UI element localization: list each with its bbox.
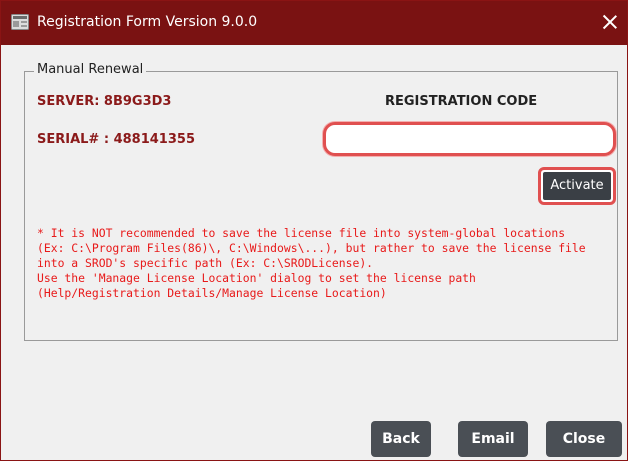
registration-code-label: REGISTRATION CODE bbox=[385, 94, 538, 109]
registration-window: Registration Form Version 9.0.0 Manual R… bbox=[0, 0, 628, 461]
server-label: SERVER: 8B9G3D3 bbox=[37, 94, 172, 109]
close-button[interactable]: Close bbox=[546, 421, 622, 457]
activate-button-frame: Activate bbox=[538, 167, 616, 205]
close-icon[interactable] bbox=[599, 11, 621, 33]
manual-renewal-legend: Manual Renewal bbox=[34, 62, 147, 77]
app-icon bbox=[11, 14, 29, 30]
title-bar: Registration Form Version 9.0.0 bbox=[1, 1, 627, 45]
window-title: Registration Form Version 9.0.0 bbox=[37, 14, 258, 30]
activate-button[interactable]: Activate bbox=[543, 172, 611, 200]
registration-code-input[interactable] bbox=[323, 122, 616, 156]
serial-label: SERIAL# : 488141355 bbox=[37, 132, 195, 147]
email-button[interactable]: Email bbox=[458, 421, 528, 457]
back-button[interactable]: Back bbox=[371, 421, 431, 457]
license-location-note: * It is NOT recommended to save the lice… bbox=[37, 226, 586, 300]
